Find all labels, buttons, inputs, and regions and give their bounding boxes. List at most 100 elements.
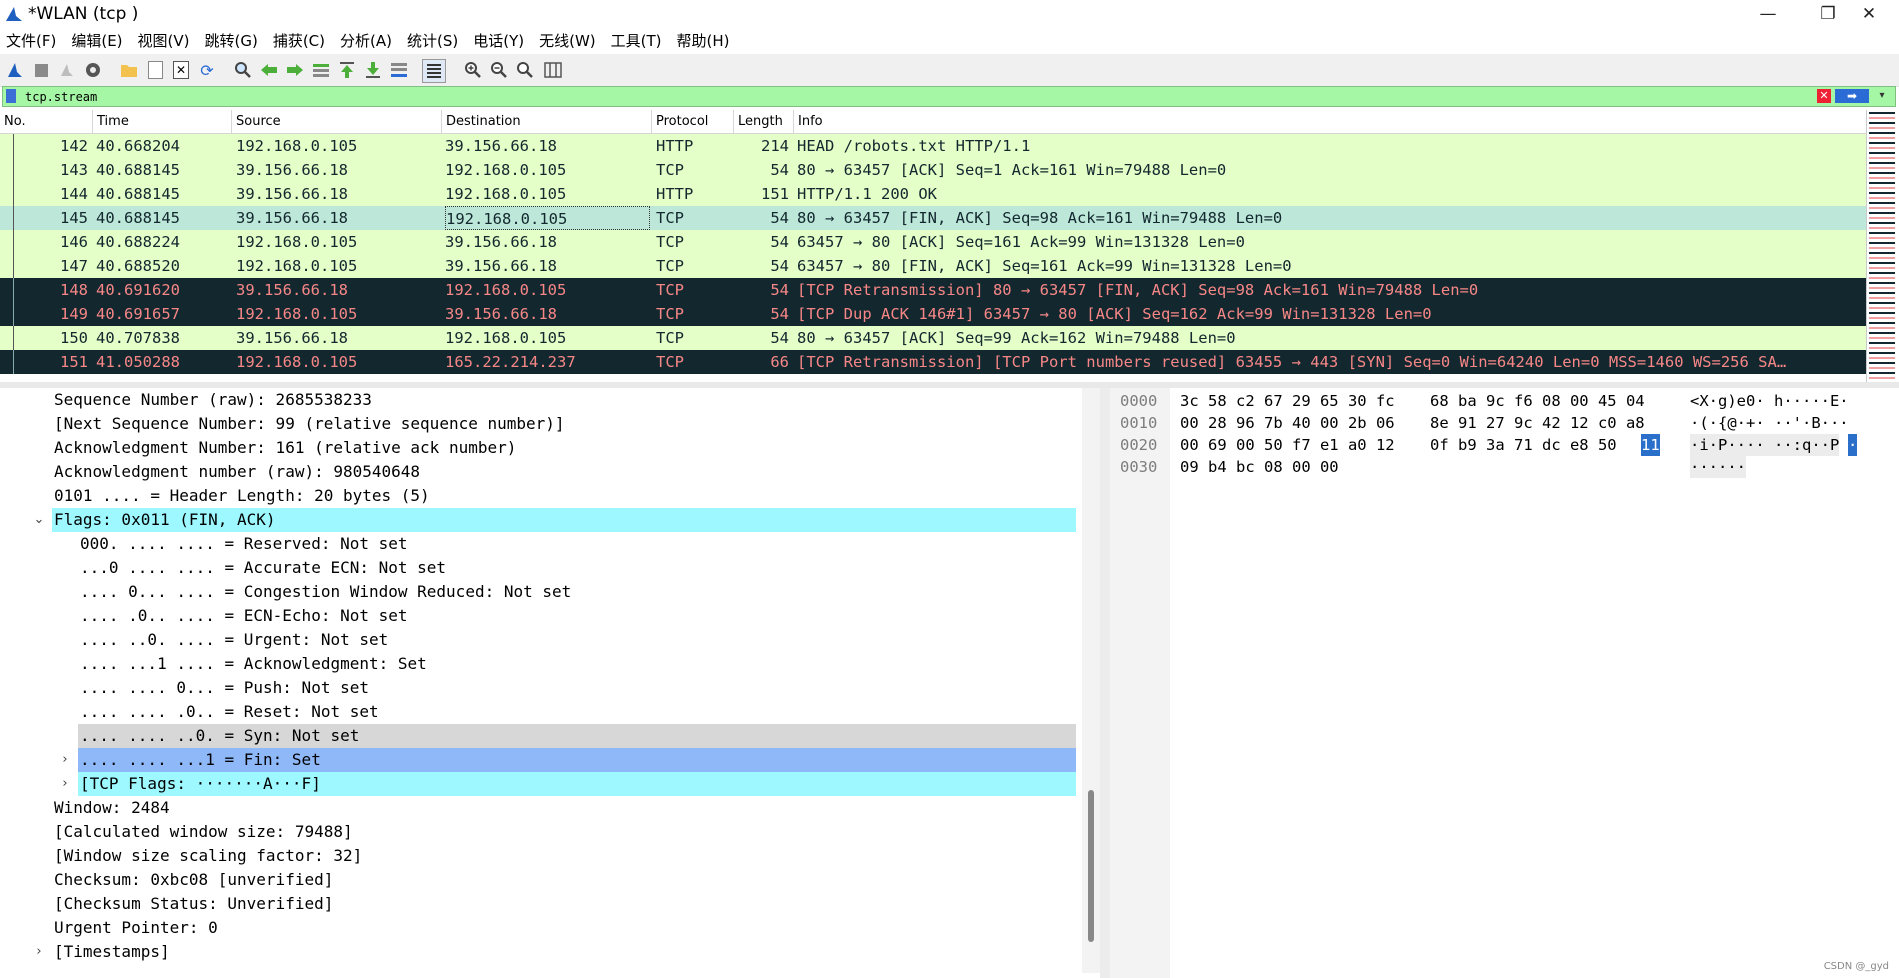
restart-icon[interactable] [56,59,78,81]
tree-node[interactable]: Sequence Number (raw): 2685538233 [0,388,1082,412]
menu-edit[interactable]: 编辑(E) [71,28,122,54]
menu-view[interactable]: 视图(V) [138,28,190,54]
tree-node[interactable]: › [TCP Flags: ·······A···F] [0,772,1082,796]
packet-row[interactable]: 150 40.707838 39.156.66.18 192.168.0.105 TCP… [0,326,1866,350]
file-set-icon[interactable] [144,59,166,81]
clear-filter-icon[interactable]: ✕ [1817,89,1831,103]
packet-row[interactable]: 151 41.050288 192.168.0.105 165.22.214.237 T… [0,350,1866,374]
packet-row[interactable]: 146 40.688224 192.168.0.105 39.156.66.18 TCP… [0,230,1866,254]
shark-fin-start-icon[interactable] [4,59,26,81]
packet-row[interactable]: 144 40.688145 39.156.66.18 192.168.0.105 HTT… [0,182,1866,206]
tree-node[interactable]: [Calculated window size: 79488] [0,820,1082,844]
bytes-line[interactable]: 0020 00 69 00 50 f7 e1 a0 12 0f b9 3a 71 d… [1110,434,1899,456]
bytes-line[interactable]: 0030 09 b4 bc 08 00 00 ······ [1110,456,1899,478]
tree-node[interactable]: [Window size scaling factor: 32] [0,844,1082,868]
find-magnifier-icon[interactable] [232,59,254,81]
bytes-line[interactable]: 0010 00 28 96 7b 40 00 2b 06 8e 91 27 9c 4… [1110,412,1899,434]
details-scrollbar[interactable] [1082,388,1100,973]
tree-node[interactable]: Acknowledgment number (raw): 980540648 [0,460,1082,484]
tree-node[interactable]: Window: 2484 [0,796,1082,820]
tree-node-label: ...0 .... .... = Accurate ECN: Not set [80,558,447,577]
expand-chevron-icon[interactable]: › [32,940,46,964]
tree-node[interactable]: .... 0... .... = Congestion Window Reduc… [0,580,1082,604]
minimap-stripe [1869,307,1895,309]
tree-node[interactable]: Checksum: 0xbc08 [unverified] [0,868,1082,892]
tree-node[interactable]: ...0 .... .... = Accurate ECN: Not set [0,556,1082,580]
open-folder-icon[interactable] [118,59,140,81]
packet-row[interactable]: 147 40.688520 192.168.0.105 39.156.66.18 TCP… [0,254,1866,278]
tree-node[interactable]: .... ..0. .... = Urgent: Not set [0,628,1082,652]
packet-list-minimap[interactable] [1866,110,1897,382]
tree-node[interactable]: ⌄ Flags: 0x011 (FIN, ACK) [0,508,1082,532]
colorize-icon[interactable] [422,59,446,83]
last-packet-icon[interactable] [362,59,384,81]
minimize-button[interactable]: — [1738,0,1798,28]
close-file-icon[interactable]: ✕ [170,59,192,81]
go-to-packet-icon[interactable] [310,59,332,81]
tree-node[interactable]: 000. .... .... = Reserved: Not set [0,532,1082,556]
cell-no: 147 [60,257,88,275]
minimap-stripe [1869,152,1895,154]
packet-row[interactable]: 143 40.688145 39.156.66.18 192.168.0.105 TCP… [0,158,1866,182]
display-filter-input[interactable] [25,88,1805,105]
tree-node[interactable]: 0101 .... = Header Length: 20 bytes (5) [0,484,1082,508]
menu-tools[interactable]: 工具(T) [611,28,662,54]
menu-file[interactable]: 文件(F) [6,28,56,54]
tree-node[interactable]: › .... .... ...1 = Fin: Set [0,748,1082,772]
column-header-info[interactable]: Info [794,110,1866,133]
menu-telephony[interactable]: 电话(Y) [473,28,524,54]
menu-help[interactable]: 帮助(H) [677,28,730,54]
tree-node[interactable]: [Next Sequence Number: 99 (relative sequ… [0,412,1082,436]
capture-options-gear-icon[interactable] [82,59,104,81]
reload-icon[interactable]: ⟳ [196,59,218,81]
column-header-time[interactable]: Time [93,110,232,133]
menu-statistics[interactable]: 统计(S) [407,28,458,54]
packet-row[interactable]: 142 40.668204 192.168.0.105 39.156.66.18 HTT… [0,134,1866,158]
tree-node[interactable]: .... .... .0.. = Reset: Not set [0,700,1082,724]
tree-node[interactable]: › [Timestamps] [0,940,1082,964]
apply-filter-button[interactable]: ➡ [1835,89,1869,103]
menu-analyze[interactable]: 分析(A) [340,28,392,54]
expand-chevron-icon[interactable]: › [58,748,72,772]
menu-wireless[interactable]: 无线(W) [539,28,596,54]
bytes-hex-group-1: 3c 58 c2 67 29 65 30 fc [1180,392,1395,410]
column-header-protocol[interactable]: Protocol [652,110,734,133]
tree-node[interactable]: [Checksum Status: Unverified] [0,892,1082,916]
column-header-no[interactable]: No. [0,110,93,133]
tree-node[interactable]: .... .... 0... = Push: Not set [0,676,1082,700]
bytes-line[interactable]: 0000 3c 58 c2 67 29 65 30 fc 68 ba 9c f6 0… [1110,390,1899,412]
tree-node[interactable]: Acknowledgment Number: 161 (relative ack… [0,436,1082,460]
packet-row[interactable]: 145 40.688145 39.156.66.18 192.168.0.105 TCP… [0,206,1866,230]
menu-go[interactable]: 跳转(G) [205,28,258,54]
zoom-normal-icon[interactable] [514,59,536,81]
tree-node[interactable]: .... .0.. .... = ECN-Echo: Not set [0,604,1082,628]
zoom-out-icon[interactable] [488,59,510,81]
pane-splitter-vertical[interactable] [1100,388,1110,978]
expand-chevron-icon[interactable]: › [58,772,72,796]
autoscroll-icon[interactable] [388,59,410,81]
stop-square-icon[interactable] [30,59,52,81]
first-packet-icon[interactable] [336,59,358,81]
column-header-destination[interactable]: Destination [442,110,652,133]
minimap-stripe [1869,292,1895,294]
tree-node[interactable]: .... .... ..0. = Syn: Not set [0,724,1082,748]
menu-capture[interactable]: 捕获(C) [273,28,325,54]
details-scrollbar-thumb[interactable] [1088,790,1094,942]
packet-row[interactable]: 149 40.691657 192.168.0.105 39.156.66.18 TCP… [0,302,1866,326]
filter-bookmark-icon[interactable] [6,89,16,103]
tree-node[interactable]: .... ...1 .... = Acknowledgment: Set [0,652,1082,676]
bytes-hex-group-1: 00 28 96 7b 40 00 2b 06 [1180,414,1395,432]
zoom-in-icon[interactable] [462,59,484,81]
tree-node-label: .... ...1 .... = Acknowledgment: Set [80,654,427,673]
packet-row[interactable]: 148 40.691620 39.156.66.18 192.168.0.105 TCP… [0,278,1866,302]
go-back-arrow-icon[interactable] [258,59,280,81]
column-header-source[interactable]: Source [232,110,442,133]
column-header-length[interactable]: Length [734,110,794,133]
collapse-chevron-icon[interactable]: ⌄ [32,508,46,532]
resize-columns-icon[interactable] [542,59,564,81]
close-window-button[interactable]: ✕ [1839,0,1899,28]
tree-node[interactable]: Urgent Pointer: 0 [0,916,1082,940]
tree-node-label: .... .... .0.. = Reset: Not set [80,702,379,721]
filter-history-dropdown-icon[interactable]: ▾ [1873,89,1891,103]
go-forward-arrow-icon[interactable] [284,59,306,81]
